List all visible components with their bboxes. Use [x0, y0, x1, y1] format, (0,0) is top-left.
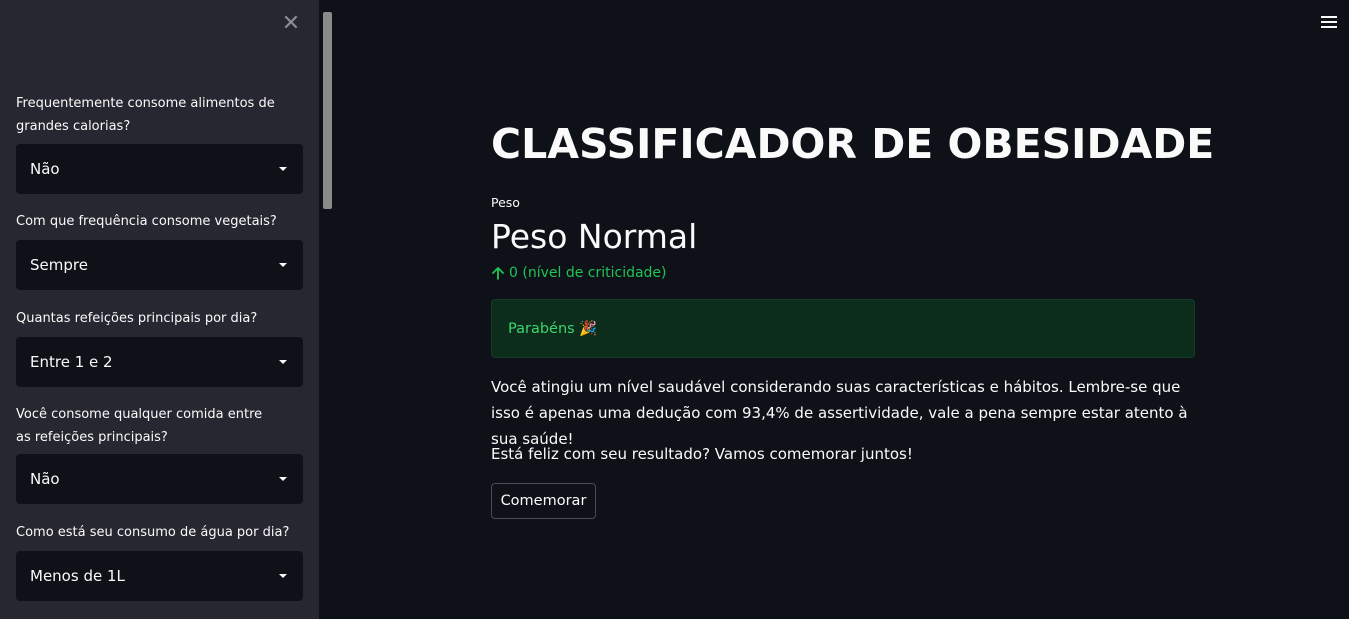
field-label: Você consome qualquer comida entre as re… [16, 407, 263, 445]
chevron-down-icon [279, 574, 287, 578]
select-snacks[interactable]: Não [16, 454, 303, 504]
success-text: Parabéns 🎉 [508, 321, 598, 337]
hamburger-menu-icon[interactable] [1321, 16, 1337, 32]
close-icon[interactable]: ✕ [281, 13, 301, 35]
select-value: Entre 1 e 2 [30, 353, 113, 371]
chevron-down-icon [279, 360, 287, 364]
success-alert: Parabéns 🎉 [491, 299, 1195, 358]
field-water: Como está seu consumo de água por dia? M… [16, 521, 303, 601]
metric-value: Peso Normal [491, 217, 698, 256]
metric-label: Peso [491, 195, 520, 210]
field-high-calorie: Frequentemente consome alimentos de gran… [16, 92, 303, 194]
celebrate-button[interactable]: Comemorar [491, 483, 596, 519]
metric-delta-text: 0 (nível de criticidade) [509, 265, 667, 281]
select-high-calorie[interactable]: Não [16, 144, 303, 194]
select-vegetables[interactable]: Sempre [16, 240, 303, 290]
field-label: Como está seu consumo de água por dia? [16, 525, 290, 540]
field-label: Quantas refeições principais por dia? [16, 311, 258, 326]
field-snacks: Você consome qualquer comida entre as re… [16, 403, 303, 504]
metric-delta: 0 (nível de criticidade) [491, 263, 667, 283]
select-value: Não [30, 470, 60, 488]
select-meals[interactable]: Entre 1 e 2 [16, 337, 303, 387]
field-vegetables: Com que frequência consome vegetais? Sem… [16, 210, 303, 290]
chevron-down-icon [279, 263, 287, 267]
chevron-down-icon [279, 167, 287, 171]
field-label: Frequentemente consome alimentos de gran… [16, 96, 275, 134]
sidebar: ✕ Frequentemente consome alimentos de gr… [0, 0, 319, 619]
select-value: Não [30, 160, 60, 178]
chevron-down-icon [279, 477, 287, 481]
select-value: Menos de 1L [30, 567, 125, 585]
select-water[interactable]: Menos de 1L [16, 551, 303, 601]
select-value: Sempre [30, 256, 88, 274]
field-label: Com que frequência consome vegetais? [16, 214, 277, 229]
sidebar-scrollbar[interactable] [323, 12, 332, 209]
page-title: CLASSIFICADOR DE OBESIDADE [491, 120, 1215, 168]
field-meals: Quantas refeições principais por dia? En… [16, 307, 303, 387]
arrow-up-icon [492, 267, 504, 280]
celebrate-paragraph: Está feliz com seu resultado? Vamos come… [491, 445, 913, 463]
